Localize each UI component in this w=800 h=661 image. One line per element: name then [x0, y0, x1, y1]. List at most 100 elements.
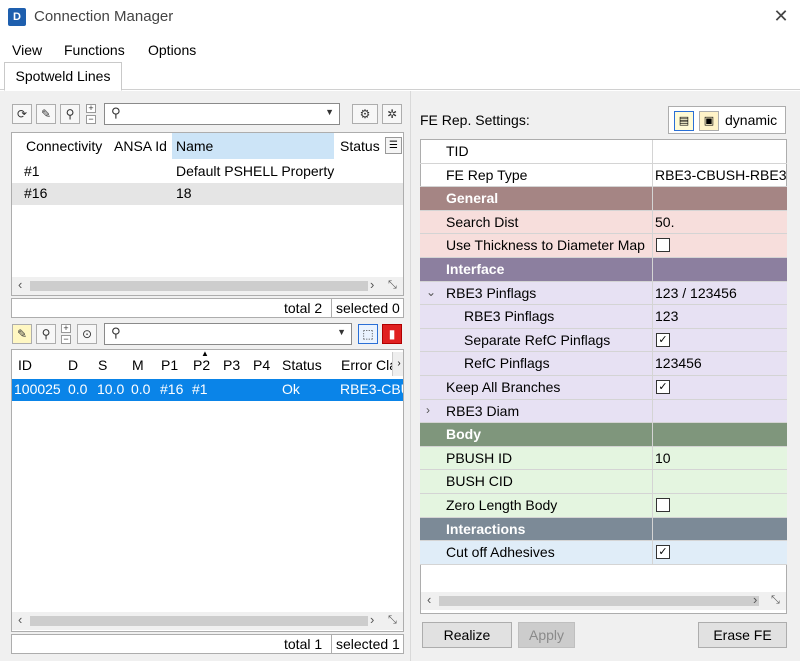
col-p3[interactable]: P3 [223, 357, 240, 373]
col-status[interactable]: Status [340, 138, 380, 154]
close-icon[interactable]: ✕ [770, 5, 792, 27]
col-id[interactable]: ID [18, 357, 32, 373]
col-p1[interactable]: P1 [161, 357, 178, 373]
scroll-right-icon[interactable]: › [370, 612, 374, 627]
setting-row-pbush-id[interactable]: PBUSH ID 10 [420, 446, 787, 471]
setting-row-search-dist[interactable]: Search Dist 50. [420, 210, 787, 235]
highlight-brush-icon[interactable]: ✎ [12, 324, 32, 344]
expand-plus-icon[interactable]: + [61, 324, 71, 333]
document-icon[interactable]: ▤ [674, 111, 694, 131]
table-row[interactable]: 100025 0.0 10.0 0.0 #16 #1 Ok RBE3-CBU [12, 379, 403, 401]
column-divider [652, 399, 653, 424]
column-divider [652, 163, 653, 188]
setting-row-bush-cid[interactable]: BUSH CID [420, 470, 787, 495]
chevron-down-icon[interactable]: ▼ [337, 327, 346, 337]
select-region-icon[interactable]: ⬚ [358, 324, 378, 344]
realize-button[interactable]: Realize [422, 622, 512, 648]
setting-row-fe-rep-type[interactable]: FE Rep Type RBE3-CBUSH-RBE3 [420, 163, 787, 188]
col-d[interactable]: D [68, 357, 78, 373]
expand-plus-icon[interactable]: + [86, 104, 96, 113]
setting-row-rbe3-diam[interactable]: › RBE3 Diam [420, 399, 787, 424]
find-icon[interactable]: ⊙ [77, 324, 97, 344]
setting-checkbox[interactable] [656, 498, 670, 512]
delete-icon[interactable]: ▮ [382, 324, 402, 344]
highlight-brush-icon[interactable]: ✎ [36, 104, 56, 124]
cell-status: Ok [282, 381, 300, 397]
search-input[interactable]: ⚲ ▼ [104, 103, 340, 125]
scrollbar-thumb[interactable] [439, 596, 759, 606]
fit-columns-icon[interactable]: ⤡ [771, 594, 780, 607]
horizontal-scrollbar[interactable]: ‹ › ⤡ [12, 277, 403, 295]
chevron-right-icon[interactable]: › [426, 403, 430, 417]
setting-row-separate-refc-pinflags[interactable]: Separate RefC Pinflags ✓ [420, 328, 787, 353]
collapse-minus-icon[interactable]: − [86, 115, 96, 124]
column-chooser-icon[interactable]: ☰ [385, 137, 402, 154]
scroll-left-icon[interactable]: ‹ [18, 277, 22, 292]
setting-row-tid[interactable]: TID [420, 140, 787, 164]
menu-functions[interactable]: Functions [64, 42, 125, 58]
setting-value[interactable]: 123456 [655, 355, 702, 371]
setting-checkbox[interactable]: ✓ [656, 332, 670, 347]
horizontal-scrollbar[interactable]: ‹ › ⤡ [421, 592, 786, 610]
bottom-status-bar: total 1 selected 1 [11, 634, 404, 654]
col-connectivity[interactable]: Connectivity [26, 138, 102, 154]
setting-row-use-thickness-to-diameter-map[interactable]: Use Thickness to Diameter Map [420, 234, 787, 259]
setting-row-cut-off-adhesives[interactable]: Cut off Adhesives ✓ [420, 541, 787, 566]
scroll-left-icon[interactable]: ‹ [427, 592, 431, 607]
scrollbar-thumb[interactable] [30, 616, 368, 626]
menu-options[interactable]: Options [148, 42, 196, 58]
setting-value[interactable]: 123 [655, 308, 678, 324]
tab-spotweld-lines[interactable]: Spotweld Lines [4, 62, 122, 91]
setting-value[interactable]: RBE3-CBUSH-RBE3 [655, 167, 786, 183]
cell-d: 0.0 [68, 381, 88, 397]
scroll-right-icon[interactable]: › [370, 277, 374, 292]
setting-row-rbe3-pinflags[interactable]: ⌄ RBE3 Pinflags 123 / 123456 [420, 281, 787, 306]
apply-button[interactable]: Apply [518, 622, 575, 648]
erase-fe-button[interactable]: Erase FE [698, 622, 787, 648]
connectivity-table: Connectivity ANSA Id Name Status ☰ #1 De… [11, 132, 404, 296]
col-status[interactable]: Status [282, 357, 322, 373]
setting-row-keep-all-branches[interactable]: Keep All Branches ✓ [420, 376, 787, 400]
setting-name: RBE3 Pinflags [464, 308, 555, 325]
horizontal-scrollbar[interactable]: ‹ › ⤡ [12, 612, 403, 630]
snowflake-icon[interactable]: ✲ [382, 104, 402, 124]
col-p4[interactable]: P4 [253, 357, 270, 373]
fit-columns-icon[interactable]: ⤡ [388, 614, 397, 627]
setting-name: RBE3 Diam [446, 402, 520, 419]
col-error-class[interactable]: Error Cla [341, 357, 397, 373]
zoom-icon[interactable]: ⚲ [36, 324, 56, 344]
fit-columns-icon[interactable]: ⤡ [388, 279, 397, 292]
col-s[interactable]: S [98, 357, 107, 373]
col-p2[interactable]: P2 [193, 357, 210, 373]
menu-view[interactable]: View [12, 42, 42, 58]
scroll-right-icon[interactable]: › [753, 592, 757, 607]
mode-dynamic-label[interactable]: dynamic [725, 112, 777, 128]
refresh-icon[interactable]: ⟳ [12, 104, 32, 124]
setting-row-rbe3-pinflags[interactable]: RBE3 Pinflags 123 [420, 305, 787, 330]
scrollbar-thumb[interactable] [30, 281, 368, 291]
col-m[interactable]: M [132, 357, 144, 373]
col-ansa-id[interactable]: ANSA Id [114, 138, 167, 154]
setting-checkbox[interactable]: ✓ [656, 380, 670, 394]
setting-checkbox[interactable]: ✓ [656, 545, 670, 560]
top-status-bar: total 2 selected 0 [11, 298, 404, 318]
search-input[interactable]: ⚲ ▼ [104, 323, 352, 345]
setting-row-zero-length-body[interactable]: Zero Length Body [420, 494, 787, 518]
panel-splitter[interactable] [410, 91, 411, 661]
setting-value[interactable]: 50. [655, 214, 674, 230]
setting-row-refc-pinflags[interactable]: RefC Pinflags 123456 [420, 352, 787, 377]
zoom-icon[interactable]: ⚲ [60, 104, 80, 124]
clipboard-icon[interactable]: ▣ [699, 111, 719, 131]
setting-value[interactable]: 123 / 123456 [655, 285, 737, 301]
scroll-right-icon[interactable]: › [392, 352, 403, 376]
scroll-left-icon[interactable]: ‹ [18, 612, 22, 627]
table-row[interactable]: #1 Default PSHELL Property [12, 161, 403, 183]
col-name[interactable]: Name [176, 138, 213, 154]
chevron-down-icon[interactable]: ▼ [325, 107, 334, 117]
table-row[interactable]: #16 18 [12, 183, 403, 205]
settings-gear-icon[interactable]: ⚙ [352, 104, 378, 124]
collapse-minus-icon[interactable]: − [61, 335, 71, 344]
chevron-down-icon[interactable]: ⌄ [426, 285, 436, 299]
setting-checkbox[interactable] [656, 238, 670, 253]
setting-value[interactable]: 10 [655, 450, 671, 466]
